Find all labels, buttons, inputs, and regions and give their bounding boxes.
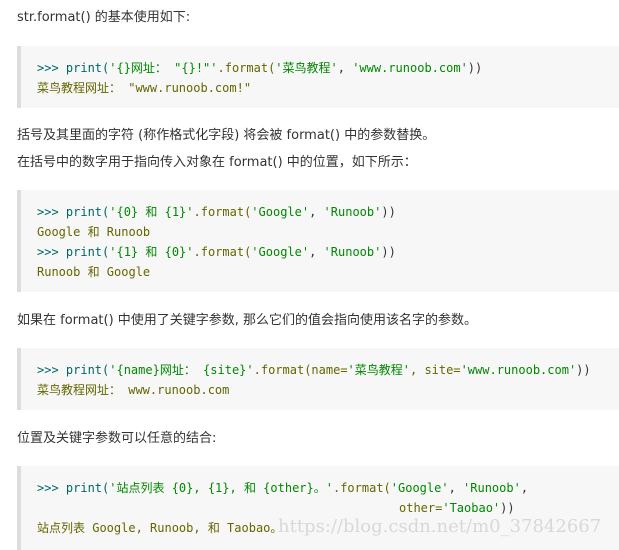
paragraph-intro: str.format() 的基本使用如下: bbox=[17, 10, 191, 25]
code-line: >>> print('{1} 和 {0}'.format('Google', '… bbox=[37, 245, 396, 259]
code-output-line: Runoob 和 Google bbox=[37, 265, 151, 279]
code-block-4: >>> print('站点列表 {0}, {1}, 和 {other}。'.fo… bbox=[17, 466, 619, 550]
code-line: >>> print('{name}网址： {site}'.format(name… bbox=[37, 363, 591, 377]
code-line-continuation: other='Taobao')) bbox=[399, 501, 515, 515]
paragraph-positional: 在括号中的数字用于指向传入对象在 format() 中的位置，如下所示： bbox=[17, 155, 417, 170]
paragraph-combined: 位置及关键字参数可以任意的结合: bbox=[17, 431, 217, 446]
code-block-2: >>> print('{0} 和 {1}'.format('Google', '… bbox=[17, 190, 619, 292]
code-block-3: >>> print('{name}网址： {site}'.format(name… bbox=[17, 348, 619, 410]
code-output-line: 菜鸟教程网址： "www.runoob.com!" bbox=[37, 81, 252, 95]
code-output-line: 站点列表 Google, Runoob, 和 Taobao。 bbox=[37, 521, 283, 535]
code-block-1: >>> print('{}网址： "{}!"'.format('菜鸟教程', '… bbox=[17, 46, 619, 108]
code-line: >>> print('{0} 和 {1}'.format('Google', '… bbox=[37, 205, 396, 219]
paragraph-keyword: 如果在 format() 中使用了关键字参数, 那么它们的值会指向使用该名字的参… bbox=[17, 313, 478, 328]
code-line: >>> print('站点列表 {0}, {1}, 和 {other}。'.fo… bbox=[37, 481, 529, 495]
code-output-line: Google 和 Runoob bbox=[37, 225, 151, 239]
paragraph-replacement: 括号及其里面的字符 (称作格式化字段) 将会被 format() 中的参数替换。 bbox=[17, 128, 436, 143]
code-output-line: 菜鸟教程网址： www.runoob.com bbox=[37, 383, 230, 397]
watermark-text: https://blog.csdn.net/m0_37842667 bbox=[278, 516, 602, 537]
code-line: >>> print('{}网址： "{}!"'.format('菜鸟教程', '… bbox=[37, 61, 483, 75]
